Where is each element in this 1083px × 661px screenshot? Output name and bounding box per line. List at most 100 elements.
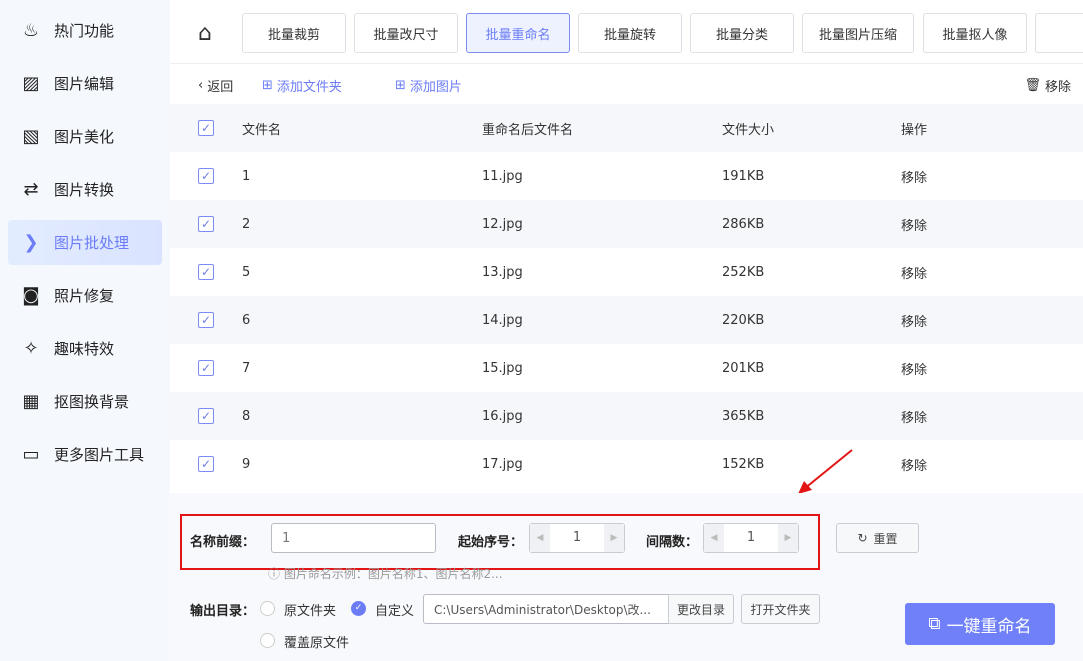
sidebar-item-label: 图片美化: [54, 128, 115, 146]
add-image-icon: ⊞: [395, 78, 406, 93]
sidebar-item-label: 更多图片工具: [54, 446, 145, 464]
tab[interactable]: 批量旋转: [578, 13, 682, 53]
prefix-input[interactable]: 1: [271, 523, 436, 553]
sidebar-item[interactable]: ▨ 图片编辑: [8, 61, 162, 106]
photo-repair-icon: ◙: [22, 285, 40, 306]
row-checkbox[interactable]: ✓: [198, 456, 214, 472]
file-name: 5: [242, 264, 251, 280]
output-path: C:\Users\Administrator\Desktop\改...: [434, 602, 651, 617]
sidebar-item-label: 热门功能: [54, 22, 115, 40]
table-row: ✓ 5 13.jpg 252KB 移除: [170, 248, 1083, 296]
table-row: ✓ 6 14.jpg 220KB 移除: [170, 296, 1083, 344]
new-file-name: 17.jpg: [482, 456, 523, 472]
file-size: 191KB: [722, 168, 765, 184]
row-checkbox[interactable]: ✓: [198, 312, 214, 328]
new-file-name: 16.jpg: [482, 408, 523, 424]
row-checkbox[interactable]: ✓: [198, 360, 214, 376]
select-all-checkbox[interactable]: ✓: [198, 120, 214, 136]
table-row: ✓ 9 17.jpg 152KB 移除: [170, 440, 1083, 488]
sidebar-item[interactable]: ❯ 图片批处理: [8, 220, 162, 265]
tab[interactable]: 批量裁剪: [242, 13, 346, 53]
header-size: 文件大小: [722, 122, 775, 138]
header-filename: 文件名: [242, 122, 282, 138]
tab[interactable]: 批量图片压缩: [802, 13, 914, 53]
interval-stepper[interactable]: ◀ 1 ▶: [703, 523, 799, 553]
file-name: 9: [242, 456, 251, 472]
main: ⌂ 批量裁剪 批量改尺寸 批量重命名 批量旋转 批量分类 批量图片压缩 批量抠人像 ‹ 返回 …: [170, 0, 1083, 661]
cutout-icon: ▦: [22, 391, 40, 412]
new-file-name: 15.jpg: [482, 360, 523, 376]
remove-all-button[interactable]: 🗑 移除: [1024, 76, 1071, 95]
remove-link[interactable]: 移除: [901, 407, 927, 426]
sidebar-item-label: 图片批处理: [54, 234, 130, 252]
sidebar-item-label: 图片编辑: [54, 75, 115, 93]
trash-icon: 🗑: [1024, 78, 1041, 93]
row-checkbox[interactable]: ✓: [198, 264, 214, 280]
export-icon: ⧉: [928, 614, 941, 634]
increment-icon[interactable]: ▶: [604, 524, 624, 552]
file-name: 8: [242, 408, 251, 424]
remove-link[interactable]: 移除: [901, 455, 927, 474]
add-image-button[interactable]: ⊞ 添加图片: [395, 76, 462, 95]
remove-link[interactable]: 移除: [901, 215, 927, 234]
table-row: ✓ 7 15.jpg 201KB 移除: [170, 344, 1083, 392]
tab[interactable]: 批量抠人像: [923, 13, 1027, 53]
reset-button[interactable]: ↻ 重置: [836, 523, 919, 553]
rename-all-button[interactable]: ⧉ 一键重命名: [905, 603, 1055, 645]
start-stepper[interactable]: ◀ 1 ▶: [529, 523, 625, 553]
table-row: ✓ 8 16.jpg 365KB 移除: [170, 392, 1083, 440]
row-checkbox[interactable]: ✓: [198, 408, 214, 424]
sidebar-item-label: 趣味特效: [54, 340, 115, 358]
remove-link[interactable]: 移除: [901, 359, 927, 378]
tab[interactable]: 批量改尺寸: [354, 13, 458, 53]
start-value: 1: [572, 530, 582, 545]
chevron-left-icon: ‹: [198, 78, 204, 93]
image-edit-icon: ▨: [22, 73, 40, 94]
row-checkbox[interactable]: ✓: [198, 168, 214, 184]
custom-label: 自定义: [375, 604, 415, 619]
change-dir-button[interactable]: 更改目录: [668, 594, 734, 624]
image-sparkle-icon: ▧: [22, 126, 40, 147]
file-size: 220KB: [722, 312, 765, 328]
sidebar-item[interactable]: ▧ 图片美化: [8, 114, 162, 159]
sidebar-item-label: 图片转换: [54, 181, 115, 199]
toolbar: ‹ 返回 ⊞ 添加文件夹 ⊞ 添加图片 🗑 移除: [170, 72, 1083, 98]
file-size: 252KB: [722, 264, 765, 280]
tab[interactable]: 批量分类: [690, 13, 794, 53]
sidebar-item-label: 照片修复: [54, 287, 115, 305]
remove-link[interactable]: 移除: [901, 263, 927, 282]
home-icon[interactable]: ⌂: [198, 21, 212, 46]
sidebar: ♨ 热门功能 ▨ 图片编辑 ▧ 图片美化 ⇄ 图片转换 ❯ 图片批处理 ◙ 照片修复 ✧ 趣味特效 ▦ 抠图换…: [0, 0, 170, 661]
sidebar-item[interactable]: ⇄ 图片转换: [8, 167, 162, 212]
remove-link[interactable]: 移除: [901, 167, 927, 186]
sidebar-item[interactable]: ♨ 热门功能: [8, 8, 162, 53]
sidebar-item[interactable]: ◙ 照片修复: [8, 273, 162, 318]
radio-original-folder[interactable]: [260, 601, 275, 616]
decrement-icon[interactable]: ◀: [704, 524, 724, 552]
prefix-label: 名称前缀：: [190, 535, 256, 550]
open-folder-button[interactable]: 打开文件夹: [741, 594, 820, 624]
radio-overwrite[interactable]: [260, 633, 275, 648]
settings-panel: 名称前缀： 1 起始序号： ◀ 1 ▶ 间隔数： ◀ 1 ▶ ↻ 重置 ⓘ 图片命名示例：…: [170, 493, 1083, 661]
add-folder-button[interactable]: ⊞ 添加文件夹: [262, 76, 342, 95]
decrement-icon[interactable]: ◀: [530, 524, 550, 552]
magic-wand-icon: ✧: [23, 338, 39, 359]
increment-icon[interactable]: ▶: [778, 524, 798, 552]
back-button[interactable]: ‹ 返回: [198, 76, 233, 95]
prefix-value: 1: [282, 530, 291, 546]
sidebar-item[interactable]: ▦ 抠图换背景: [8, 379, 162, 424]
start-label: 起始序号：: [458, 535, 524, 550]
sidebar-item[interactable]: ✧ 趣味特效: [8, 326, 162, 371]
new-file-name: 11.jpg: [482, 168, 523, 184]
fire-icon: ♨: [22, 20, 40, 41]
row-checkbox[interactable]: ✓: [198, 216, 214, 232]
toolbox-icon: ▭: [22, 444, 40, 465]
tab-overflow[interactable]: [1035, 13, 1083, 53]
file-size: 365KB: [722, 408, 765, 424]
add-folder-icon: ⊞: [262, 78, 273, 93]
remove-link[interactable]: 移除: [901, 311, 927, 330]
convert-icon: ⇄: [23, 179, 39, 200]
radio-custom[interactable]: ✓: [351, 601, 366, 616]
sidebar-item[interactable]: ▭ 更多图片工具: [8, 432, 162, 477]
tab[interactable]: 批量重命名: [466, 13, 570, 53]
